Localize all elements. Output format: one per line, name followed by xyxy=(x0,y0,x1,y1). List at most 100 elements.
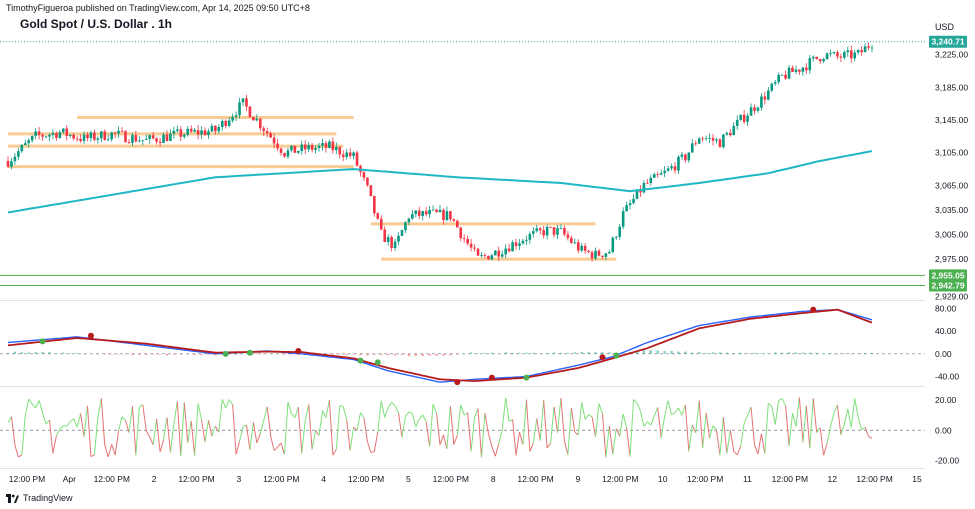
oscillator-segment xyxy=(370,451,375,453)
candle-body xyxy=(473,247,476,249)
oscillator-segment xyxy=(294,406,299,418)
histogram-bar xyxy=(856,353,860,354)
histogram-bar xyxy=(504,352,507,354)
candle-body xyxy=(255,118,259,121)
candle-body xyxy=(576,242,580,251)
candle-body xyxy=(435,209,438,213)
candle-body xyxy=(34,131,37,136)
oscillator-segment xyxy=(363,418,368,442)
oscillator-segment xyxy=(48,419,54,454)
candle-body xyxy=(746,115,749,122)
oscillator-segment xyxy=(557,397,562,433)
oscillator-segment xyxy=(311,430,317,450)
histogram-bar xyxy=(718,352,722,354)
time-axis-tick: 10 xyxy=(658,474,668,484)
histogram-bar xyxy=(580,351,583,354)
histogram-bar xyxy=(400,353,404,355)
macd-axis-tick: 0.00 xyxy=(935,349,952,359)
candle-body xyxy=(462,238,466,240)
oscillator-segment xyxy=(512,419,517,456)
oscillator-segment xyxy=(647,421,652,426)
oscillator-segment xyxy=(698,400,704,448)
candle-body xyxy=(290,145,293,151)
time-axis-tick: 12:00 PM xyxy=(856,474,892,484)
candle-body xyxy=(601,255,604,257)
candle-body xyxy=(590,252,594,259)
oscillator-segment xyxy=(176,401,182,457)
oscillator-segment xyxy=(709,425,714,439)
oscillator-segment xyxy=(93,417,99,456)
candle-body xyxy=(608,252,611,254)
candle-body xyxy=(158,141,162,143)
histogram-bar xyxy=(559,352,563,354)
oscillator-segment xyxy=(636,402,641,411)
histogram-bar xyxy=(82,353,86,355)
oscillator-segment xyxy=(460,404,465,416)
oscillator-segment xyxy=(501,397,507,430)
oscillator-segment xyxy=(283,402,289,455)
oscillator-segment xyxy=(270,435,275,451)
candle-body xyxy=(317,145,321,148)
candle-body xyxy=(611,237,615,253)
histogram-bar xyxy=(55,353,58,355)
histogram-bar xyxy=(725,352,729,354)
candle-body xyxy=(189,128,193,132)
oscillator-segment xyxy=(581,402,586,420)
oscillator-segment xyxy=(125,420,130,433)
footer-brand-label: TradingView xyxy=(23,493,73,503)
oscillator-segment xyxy=(411,413,417,427)
candle-body xyxy=(594,250,597,259)
candle-body xyxy=(348,152,352,157)
candle-body xyxy=(442,209,445,221)
candle-body xyxy=(656,174,660,175)
candle-body xyxy=(86,134,89,139)
histogram-bar xyxy=(96,353,100,355)
histogram-bar xyxy=(780,352,784,354)
oscillator-segment xyxy=(225,399,230,409)
oscillator-segment xyxy=(681,405,686,416)
candle-body xyxy=(670,166,673,169)
candle-body xyxy=(767,90,770,100)
histogram-bar xyxy=(456,353,459,355)
macd-cross-marker xyxy=(357,357,364,364)
histogram-bar xyxy=(691,352,694,354)
oscillator-segment xyxy=(439,434,444,446)
oscillator-segment xyxy=(73,418,78,428)
candle-body xyxy=(805,67,808,71)
oscillator-axis-tick: 20.00 xyxy=(935,395,957,405)
candle-body xyxy=(404,222,407,231)
oscillator-segment xyxy=(45,419,50,425)
candle-body xyxy=(310,144,314,150)
oscillator-segment xyxy=(235,441,241,455)
candle-body xyxy=(787,67,791,79)
oscillator-segment xyxy=(678,407,683,416)
oscillator-segment xyxy=(529,443,534,452)
tradingview-brand[interactable]: TradingView xyxy=(6,493,73,503)
oscillator-segment xyxy=(667,400,673,415)
histogram-bar xyxy=(269,353,272,355)
histogram-bar xyxy=(449,353,452,356)
histogram-bar xyxy=(760,353,763,354)
oscillator-segment xyxy=(785,405,790,447)
oscillator-segment xyxy=(695,400,700,433)
candle-body xyxy=(373,195,376,214)
candle-body xyxy=(328,141,331,148)
candle-body xyxy=(155,138,158,142)
histogram-bar xyxy=(103,353,106,355)
oscillator-segment xyxy=(726,429,731,454)
histogram-bar xyxy=(870,352,874,354)
candle-body xyxy=(818,59,822,62)
histogram-bar xyxy=(13,351,17,354)
histogram-bar xyxy=(359,353,362,356)
candle-body xyxy=(238,102,241,116)
chart-canvas[interactable]: 3,225.00 3,185.00 3,145.00 3,105.00 3,065.00… xyxy=(0,0,975,509)
histogram-bar xyxy=(442,353,445,356)
candle-body xyxy=(604,253,608,257)
macd-cross-marker xyxy=(599,354,606,361)
oscillator-segment xyxy=(743,415,749,424)
candle-body xyxy=(428,209,431,215)
macd-cross-marker xyxy=(454,379,461,386)
candle-body xyxy=(193,130,196,132)
histogram-bar xyxy=(62,352,65,354)
histogram-bar xyxy=(262,353,265,355)
